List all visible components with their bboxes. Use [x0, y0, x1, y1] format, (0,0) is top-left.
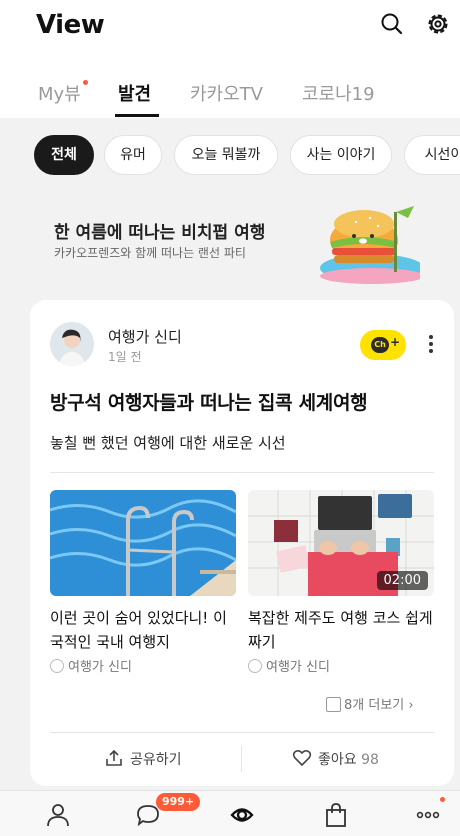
search-icon[interactable]	[378, 10, 406, 38]
post-time: 1일 전	[108, 350, 142, 364]
heart-icon	[292, 749, 312, 767]
divider	[50, 732, 434, 733]
promo-banner[interactable]: 한 여름에 떠나는 비치펍 여행 카카오프렌즈와 함께 떠나는 랜선 파티	[14, 198, 446, 284]
chat-badge: 999+	[156, 793, 201, 811]
chip-what-to-watch[interactable]: 오늘 뭐볼까	[174, 135, 278, 175]
chevron-right-icon: ›	[408, 698, 414, 713]
share-icon	[106, 749, 122, 766]
like-button[interactable]: 좋아요 98	[292, 748, 379, 769]
chip-all[interactable]: 전체	[34, 135, 94, 175]
tab-corona19[interactable]: 코로나19	[302, 80, 375, 106]
author-name[interactable]: 여행가 신디	[108, 326, 182, 347]
page-title: View	[36, 10, 105, 40]
chip-humor[interactable]: 유머	[104, 135, 162, 175]
item-title[interactable]: 복잡한 제주도 여행 코스 쉽게 짜기	[248, 606, 434, 654]
item-source: 여행가 신디	[248, 656, 330, 675]
pool-thumbnail[interactable]	[50, 490, 236, 596]
item-source-label: 여행가 신디	[266, 660, 330, 675]
post-headline[interactable]: 방구석 여행자들과 떠나는 집콕 세계여행	[50, 388, 368, 415]
share-button[interactable]: 공유하기	[104, 748, 182, 769]
source-icon	[248, 659, 262, 673]
shopping-icon[interactable]	[322, 801, 350, 829]
share-label: 공유하기	[130, 752, 182, 768]
ryan-burger-illustration	[310, 202, 420, 284]
chip-life-story[interactable]: 사는 이야기	[290, 135, 392, 175]
new-dot	[440, 797, 445, 802]
tab-bar: My뷰 발견 카카오TV 코로나19	[0, 72, 460, 118]
more-icon[interactable]	[414, 801, 442, 829]
tab-discover[interactable]: 발견	[118, 80, 151, 106]
banner-subtitle: 카카오프렌즈와 함께 떠나는 랜선 파티	[54, 246, 246, 260]
item-source-label: 여행가 신디	[68, 660, 132, 675]
post-card[interactable]: 여행가 신디 1일 전 Ch + 방구석 여행자들과 떠나는 집콕 세계여행 놓…	[30, 300, 454, 786]
divider	[50, 472, 434, 473]
like-label: 좋아요	[318, 752, 357, 768]
more-items-label: 8개 더보기	[344, 698, 405, 713]
new-dot	[83, 80, 88, 85]
divider	[241, 746, 242, 772]
plus-icon: +	[390, 335, 401, 349]
channel-icon: Ch	[371, 337, 389, 353]
banner-title: 한 여름에 떠나는 비치펍 여행	[54, 223, 266, 243]
friends-icon[interactable]	[44, 801, 72, 829]
like-count: 98	[361, 752, 379, 768]
chip-perspective[interactable]: 시선이	[404, 135, 460, 175]
settings-icon[interactable]	[424, 10, 452, 38]
bottom-nav: 999+	[0, 790, 460, 836]
top-area: View My뷰 발견 카카오TV 코로나19	[0, 0, 460, 118]
more-items-link[interactable]: 8개 더보기 ›	[326, 694, 414, 713]
video-thumbnail[interactable]: 02:00	[248, 490, 434, 596]
item-title[interactable]: 이런 곳이 숨어 있었다니! 이국적인 국내 여행지	[50, 606, 236, 654]
avatar[interactable]	[50, 322, 94, 366]
tab-my-view[interactable]: My뷰	[38, 80, 81, 106]
video-duration: 02:00	[376, 571, 428, 590]
list-icon	[326, 697, 341, 712]
add-channel-button[interactable]: Ch +	[360, 330, 406, 360]
post-subline: 놓칠 뻔 했던 여행에 대한 새로운 시선	[50, 434, 286, 452]
source-icon	[50, 659, 64, 673]
item-source: 여행가 신디	[50, 656, 132, 675]
more-options-icon[interactable]	[428, 334, 434, 354]
active-tab-indicator	[115, 114, 159, 117]
view-icon[interactable]	[228, 801, 256, 829]
category-chips: 전체 유머 오늘 뭐볼까 사는 이야기 시선이	[0, 126, 460, 190]
tab-kakao-tv[interactable]: 카카오TV	[190, 80, 263, 106]
